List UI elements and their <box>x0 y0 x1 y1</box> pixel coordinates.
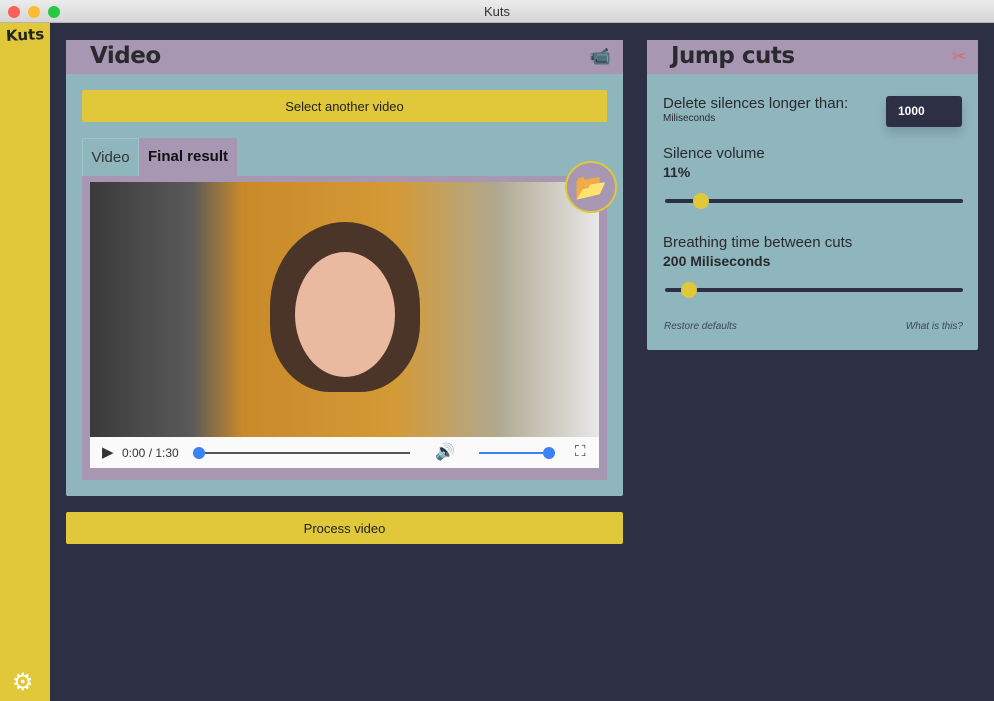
scissors-icon: ✂ <box>951 47 966 66</box>
folder-icon: 📂 <box>574 172 608 202</box>
volume-knob[interactable] <box>543 447 555 459</box>
delete-silences-label: Delete silences longer than: <box>663 95 849 112</box>
silence-volume-label: Silence volume <box>663 145 765 162</box>
delete-silences-input[interactable]: 1000 <box>886 96 962 127</box>
seek-knob[interactable] <box>193 447 205 459</box>
video-camera-icon: 📹 <box>589 47 611 66</box>
close-window-button[interactable] <box>8 6 20 18</box>
tab-video[interactable]: Video <box>82 138 139 176</box>
breathing-time-value: 200 Miliseconds <box>663 253 771 269</box>
jump-cuts-card: Jump cuts ✂ Delete silences longer than:… <box>647 40 978 350</box>
silence-volume-value: 11% <box>663 164 691 180</box>
volume-icon[interactable]: 🔊 <box>435 442 455 462</box>
video-card: Video 📹 Select another video Video Final… <box>66 40 623 496</box>
app-logo: Kuts <box>5 25 45 45</box>
minimize-window-button[interactable] <box>28 6 40 18</box>
video-card-title: Video <box>90 43 161 69</box>
jump-cuts-header: Jump cuts ✂ <box>647 40 978 74</box>
select-video-button[interactable]: Select another video <box>82 90 607 122</box>
video-time: 0:00 / 1:30 <box>122 446 179 460</box>
volume-slider[interactable] <box>479 447 555 459</box>
gear-icon[interactable]: ⚙ <box>12 671 34 695</box>
restore-defaults-link[interactable]: Restore defaults <box>664 321 737 332</box>
video-preview[interactable] <box>90 182 599 437</box>
fullscreen-icon[interactable]: ⛶ <box>575 443 586 460</box>
video-card-header: Video 📹 <box>66 40 623 74</box>
silence-volume-knob[interactable] <box>692 193 709 209</box>
process-video-button[interactable]: Process video <box>66 512 623 544</box>
window-title: Kuts <box>483 4 510 19</box>
breathing-time-knob[interactable] <box>680 282 697 298</box>
open-folder-button[interactable]: 📂 <box>565 161 617 213</box>
breathing-time-label: Breathing time between cuts <box>663 234 853 251</box>
jump-cuts-title: Jump cuts <box>671 43 795 69</box>
video-controls: ▶ 0:00 / 1:30 🔊 ⛶ <box>90 437 599 468</box>
maximize-window-button[interactable] <box>48 6 60 18</box>
what-is-this-link[interactable]: What is this? <box>906 321 963 332</box>
play-icon[interactable]: ▶ <box>102 443 114 461</box>
sidebar: Kuts ⚙ <box>0 23 50 701</box>
title-bar: Kuts <box>0 0 994 23</box>
video-frame: ▶ 0:00 / 1:30 🔊 ⛶ <box>82 176 607 480</box>
seek-bar[interactable] <box>193 447 410 459</box>
delete-silences-unit: Miliseconds <box>663 113 716 124</box>
tab-final-result[interactable]: Final result <box>139 138 237 176</box>
silence-volume-slider[interactable] <box>665 193 963 209</box>
video-subject-face <box>295 252 395 377</box>
breathing-time-slider[interactable] <box>665 282 963 298</box>
